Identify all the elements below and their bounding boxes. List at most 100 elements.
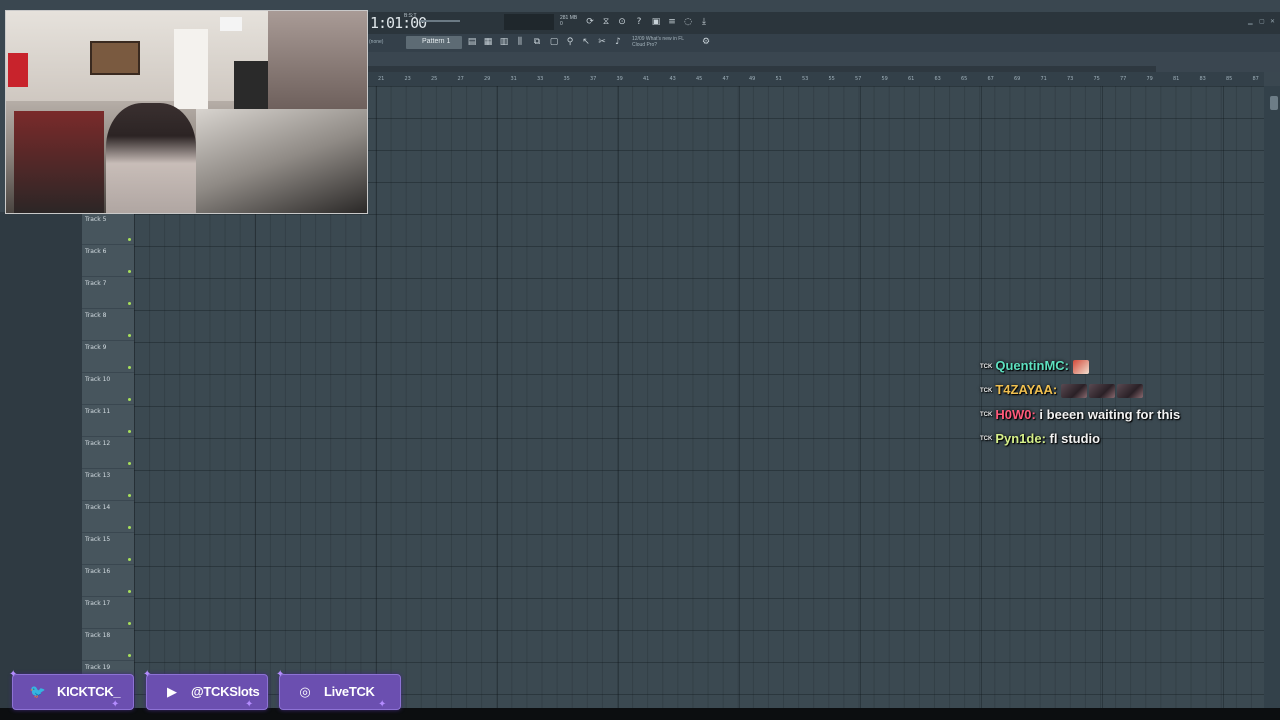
download-icon[interactable]: ⤓: [698, 17, 710, 27]
chat-message: TCK H0W0: i beeen waiting for this: [980, 407, 1180, 427]
chat-badge: TCK: [980, 363, 993, 370]
sparkle-icon: ✦: [378, 699, 387, 710]
pattern-label: Pattern 1: [422, 38, 451, 45]
ruler-bar-number: 55: [828, 76, 835, 82]
mixer-view-icon[interactable]: ⫼: [514, 37, 526, 47]
curtain: [268, 11, 367, 111]
social-link-twitter[interactable]: 🐦 KICKTCK_ ✦ ✦: [9, 669, 134, 710]
timeline-ruler[interactable]: 21 23 25 27 29 31 33 35 37 39 41 43 45 47 49 51 53 55 57 59…: [366, 72, 1264, 86]
channel-rack-icon[interactable]: ▥: [498, 37, 510, 47]
track-mute-led[interactable]: [128, 622, 131, 625]
scrollbar-thumb[interactable]: [1270, 96, 1278, 110]
track-mute-led[interactable]: [128, 526, 131, 529]
metronome-icon[interactable]: ⧖: [600, 17, 612, 27]
desk-chair: [14, 111, 104, 213]
track-mute-led[interactable]: [128, 334, 131, 337]
chat-username[interactable]: QuentinMC: [995, 358, 1064, 373]
track-header[interactable]: Track 8: [82, 308, 134, 341]
ruler-bar-number: 21: [378, 76, 385, 82]
ruler-bar-number: 65: [961, 76, 968, 82]
clipboard-icon[interactable]: ▢: [548, 37, 560, 47]
streamer: [106, 103, 196, 213]
track-header[interactable]: Track 13: [82, 468, 134, 501]
chat-username[interactable]: Pyn1de: [995, 431, 1041, 446]
close-icon[interactable]: ✕: [1270, 18, 1275, 25]
track-mute-led[interactable]: [128, 494, 131, 497]
sparkle-icon: ✦: [9, 669, 18, 680]
plugin-icon[interactable]: ⚲: [564, 37, 576, 47]
note-icon[interactable]: ♪: [612, 37, 624, 47]
track-mute-led[interactable]: [128, 462, 131, 465]
track-mute-led[interactable]: [128, 238, 131, 241]
track-label: Track 11: [85, 408, 111, 415]
track-header[interactable]: Track 17: [82, 596, 134, 629]
track-header[interactable]: Track 11: [82, 404, 134, 437]
track-label: Track 19: [85, 664, 111, 671]
news-panel[interactable]: 12/09 What's new in FL Cloud Pro?: [632, 36, 698, 48]
mixer-icon[interactable]: ≡: [666, 17, 678, 27]
chat-icon[interactable]: ◌: [682, 17, 694, 27]
track-header[interactable]: Track 6: [82, 244, 134, 277]
track-mute-led[interactable]: [128, 430, 131, 433]
song-time-display[interactable]: 1:01:00: [370, 14, 427, 32]
ruler-bar-number: 45: [696, 76, 703, 82]
track-mute-led[interactable]: [128, 398, 131, 401]
track-mute-led[interactable]: [128, 270, 131, 273]
track-header[interactable]: Track 12: [82, 436, 134, 469]
cursor-icon[interactable]: ↖: [580, 37, 592, 47]
social-link-instagram[interactable]: ◎ LiveTCK ✦ ✦: [276, 669, 401, 710]
ruler-bar-number: 67: [987, 76, 994, 82]
chat-badge: TCK: [980, 436, 993, 443]
ruler-bar-number: 41: [643, 76, 650, 82]
microphone-icon[interactable]: ⊙: [616, 17, 628, 27]
track-header[interactable]: Track 16: [82, 564, 134, 597]
instagram-icon: ◎: [299, 684, 311, 699]
tool-icon[interactable]: ✂: [596, 37, 608, 47]
loop-record-icon[interactable]: ⟳: [584, 17, 596, 27]
sparkle-icon: ✦: [111, 699, 120, 710]
save-icon[interactable]: ▣: [650, 17, 662, 27]
track-header[interactable]: Track 7: [82, 276, 134, 309]
track-header[interactable]: Track 9: [82, 340, 134, 373]
track-mute-led[interactable]: [128, 654, 131, 657]
tempo-slider[interactable]: [420, 20, 460, 22]
track-header[interactable]: Track 5: [82, 212, 134, 245]
track-header[interactable]: Track 14: [82, 500, 134, 533]
piano-roll-icon[interactable]: ▦: [482, 37, 494, 47]
ruler-bar-number: 57: [855, 76, 862, 82]
vertical-scrollbar[interactable]: [1264, 86, 1280, 708]
track-mute-led[interactable]: [128, 302, 131, 305]
ruler-bar-number: 73: [1067, 76, 1074, 82]
help-icon[interactable]: ?: [633, 17, 645, 27]
chat-username[interactable]: H0W0: [995, 407, 1031, 422]
chat-username[interactable]: T4ZAYAA: [995, 382, 1053, 397]
ruler-bar-number: 59: [881, 76, 888, 82]
minimize-icon[interactable]: ▁: [1248, 18, 1253, 25]
track-header[interactable]: Track 15: [82, 532, 134, 565]
track-mute-led[interactable]: [128, 558, 131, 561]
track-header[interactable]: Track 18: [82, 628, 134, 661]
time-format-label: B:S:T: [404, 13, 417, 19]
track-label: Track 9: [85, 344, 107, 351]
door: [174, 29, 208, 109]
ruler-bar-number: 85: [1226, 76, 1233, 82]
ruler-bar-number: 53: [802, 76, 809, 82]
track-header[interactable]: Track 10: [82, 372, 134, 405]
browser-icon[interactable]: ⧉: [531, 37, 543, 47]
track-label: Track 13: [85, 472, 111, 479]
maximize-icon[interactable]: ▢: [1259, 18, 1265, 25]
social-handle: LiveTCK: [324, 684, 375, 699]
settings-icon[interactable]: ⚙: [700, 37, 712, 47]
track-mute-led[interactable]: [128, 590, 131, 593]
browser-panel: [0, 212, 82, 708]
ruler-bar-number: 69: [1014, 76, 1021, 82]
social-link-youtube[interactable]: ▶ @TCKSlots ✦ ✦: [143, 669, 268, 710]
ruler-bar-number: 77: [1120, 76, 1127, 82]
track-label: Track 7: [85, 280, 107, 287]
track-mute-led[interactable]: [128, 366, 131, 369]
playlist-icon[interactable]: ▤: [466, 37, 478, 47]
mode-label: (none): [369, 39, 384, 45]
ruler-bar-number: 49: [749, 76, 756, 82]
track-label: Track 17: [85, 600, 111, 607]
chat-badge: TCK: [980, 412, 993, 419]
